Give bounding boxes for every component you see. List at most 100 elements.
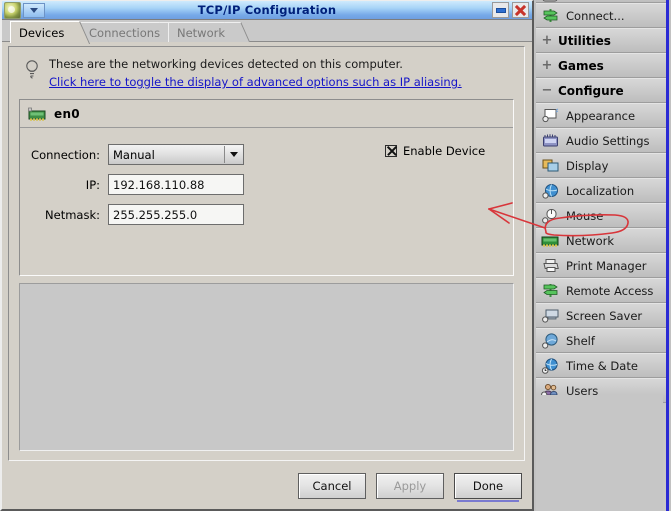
sidebar-label-connect: Connect... (566, 8, 625, 23)
app-globe-icon[interactable] (4, 1, 21, 19)
sidebar-label-time-and-date: Time & Date (566, 358, 638, 373)
done-button[interactable]: Done (454, 473, 522, 499)
field-row-netmask: Netmask: 255.255.255.0 (20, 204, 513, 225)
clock-globe-icon (540, 357, 560, 374)
signpost-icon (540, 7, 560, 24)
screensaver-icon (540, 308, 560, 323)
sidebar-item-display[interactable]: Display (536, 153, 666, 178)
sidebar-label-audio-settings: Audio Settings (566, 133, 650, 148)
apply-button-label: Apply (393, 479, 427, 493)
window-titlebar[interactable]: TCP/IP Configuration (2, 1, 532, 20)
shelf-icon (540, 332, 560, 349)
sidebar-label-localization: Localization (566, 183, 635, 198)
done-button-focus-indicator (457, 500, 519, 502)
sidebar-label-appearance: Appearance (566, 108, 636, 123)
sidebar-item-connect[interactable]: Connect... (536, 3, 666, 28)
netmask-value: 255.255.255.0 (113, 207, 198, 222)
minus-icon[interactable]: − (540, 83, 554, 98)
ip-input[interactable]: 192.168.110.88 (108, 174, 244, 195)
device-fields: Connection: Manual IP: 192.168.110.88 Ne… (20, 128, 513, 275)
field-row-ip: IP: 192.168.110.88 (20, 174, 513, 195)
tab-connections[interactable]: Connections (80, 22, 173, 42)
ip-label: IP: (85, 177, 100, 192)
sidebar-item-shelf[interactable]: Shelf (536, 328, 666, 353)
titlebar-left-controls (4, 1, 45, 19)
enable-device-checkbox-row[interactable]: Enable Device (385, 144, 485, 158)
display-icon (540, 158, 560, 173)
sidebar-item-time-and-date[interactable]: Time & Date (536, 353, 666, 378)
close-icon (514, 4, 527, 17)
sidebar-empty-area (536, 395, 663, 511)
netmask-input[interactable]: 255.255.255.0 (108, 204, 244, 225)
info-texts: These are the networking devices detecte… (43, 57, 462, 89)
tab-strip: Devices Connections Network (2, 20, 532, 43)
sidebar-label-print-manager: Print Manager (566, 258, 647, 273)
device-group-box: en0 Connection: Manual IP: 192.168.110.8… (19, 99, 514, 276)
sidebar-label-screen-saver: Screen Saver (566, 308, 643, 323)
dialog-button-bar: Cancel Apply Done (298, 473, 522, 502)
screen: TCP/IP Configuration Devices Connections… (0, 0, 671, 511)
done-button-wrap: Done (454, 473, 522, 502)
sidebar-label-remote-access: Remote Access (566, 283, 654, 298)
connection-popup[interactable]: Manual (108, 144, 244, 165)
tab-network[interactable]: Network (168, 22, 238, 42)
sidebar-label-shelf: Shelf (566, 333, 595, 348)
device-header: en0 (20, 100, 513, 128)
printer-icon (540, 258, 560, 273)
control-panel-sidebar: Dialer Connect... + Utilities + Games − … (536, 0, 669, 511)
devices-pane: These are the networking devices detecte… (8, 46, 525, 461)
sidebar-label-mouse: Mouse (566, 208, 604, 223)
ip-value: 192.168.110.88 (113, 177, 205, 192)
lightbulb-icon (21, 57, 43, 89)
sidebar-item-appearance[interactable]: Appearance (536, 103, 666, 128)
devices-empty-area (19, 283, 514, 451)
audio-icon (540, 133, 560, 148)
connection-value: Manual (113, 147, 155, 162)
sidebar-label-display: Display (566, 158, 609, 173)
network-card-icon (540, 233, 560, 248)
sidebar-item-network[interactable]: Network (536, 228, 666, 253)
window-title: TCP/IP Configuration (197, 3, 337, 17)
appearance-icon (540, 108, 560, 123)
plus-icon[interactable]: + (540, 33, 554, 48)
sidebar-item-remote-access[interactable]: Remote Access (536, 278, 666, 303)
plus-icon[interactable]: + (540, 58, 554, 73)
connection-label: Connection: (31, 147, 100, 162)
sidebar-label-network: Network (566, 233, 615, 248)
window-body: These are the networking devices detecte… (2, 42, 532, 509)
enable-device-checkbox[interactable] (385, 145, 397, 157)
enable-device-label: Enable Device (403, 144, 486, 158)
network-card-icon (28, 107, 46, 121)
signpost-icon (540, 282, 560, 299)
minimize-button[interactable] (492, 2, 509, 18)
cancel-button[interactable]: Cancel (298, 473, 366, 499)
apply-button-wrap: Apply (376, 473, 444, 499)
close-button[interactable] (512, 2, 529, 18)
tab-devices[interactable]: Devices (10, 21, 77, 43)
netmask-label: Netmask: (45, 207, 100, 222)
apply-button[interactable]: Apply (376, 473, 444, 499)
sidebar-item-localization[interactable]: Localization (536, 178, 666, 203)
toggle-advanced-options-link[interactable]: Click here to toggle the display of adva… (49, 75, 462, 89)
sidebar-group-utilities[interactable]: + Utilities (536, 28, 666, 53)
sidebar-label-configure: Configure (558, 83, 624, 98)
sidebar-label-games: Games (558, 58, 604, 73)
sidebar-label-utilities: Utilities (558, 33, 611, 48)
sidebar-item-mouse[interactable]: Mouse (536, 203, 666, 228)
mouse-icon (540, 208, 560, 224)
device-name: en0 (54, 106, 80, 121)
sidebar-group-configure[interactable]: − Configure (536, 78, 666, 103)
cancel-button-wrap: Cancel (298, 473, 366, 499)
sidebar-item-audio-settings[interactable]: Audio Settings (536, 128, 666, 153)
info-banner: These are the networking devices detecte… (9, 47, 524, 95)
minimize-icon (495, 7, 506, 13)
tcpip-configuration-window: TCP/IP Configuration Devices Connections… (0, 0, 534, 511)
globe-icon (540, 183, 560, 199)
chevron-down-icon[interactable] (224, 146, 242, 163)
sidebar-group-games[interactable]: + Games (536, 53, 666, 78)
sidebar-item-print-manager[interactable]: Print Manager (536, 253, 666, 278)
cancel-button-label: Cancel (312, 479, 352, 493)
info-description: These are the networking devices detecte… (49, 57, 403, 71)
window-menu-chevron-icon[interactable] (23, 2, 45, 18)
sidebar-item-screen-saver[interactable]: Screen Saver (536, 303, 666, 328)
